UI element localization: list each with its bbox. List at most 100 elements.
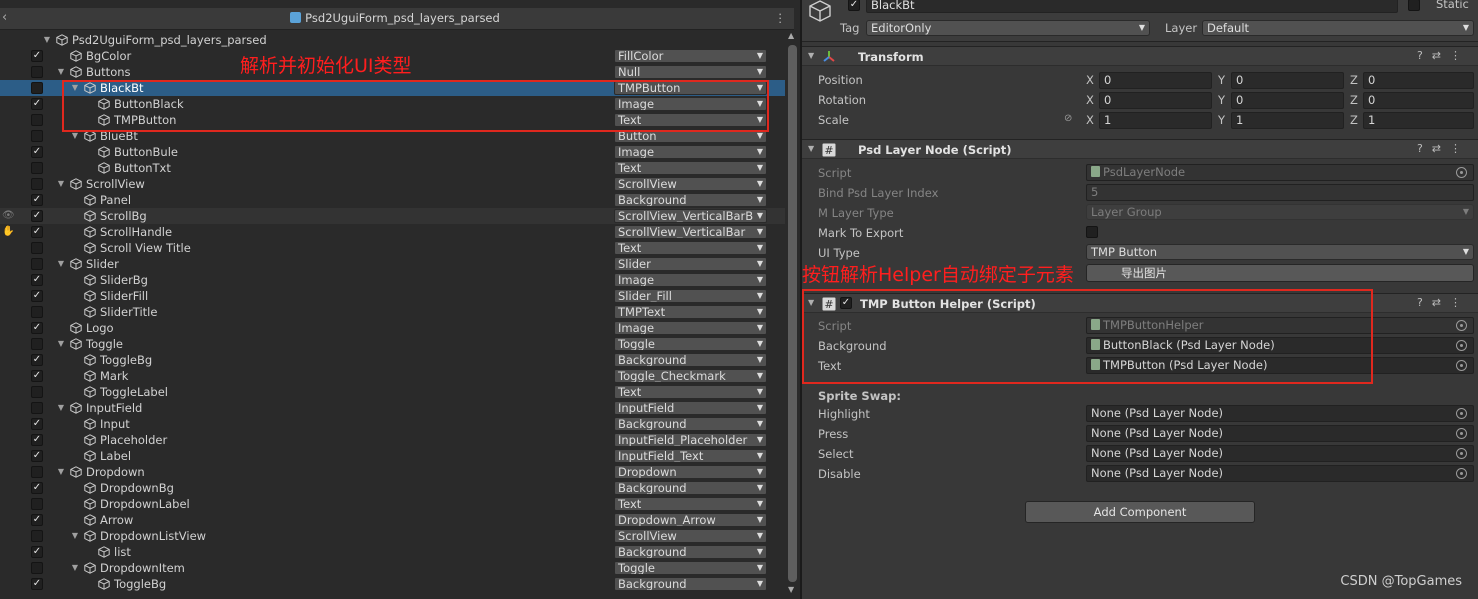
layer-row-list[interactable]: ✓ list Background ▼ <box>0 544 785 560</box>
export-checkbox[interactable] <box>31 82 43 94</box>
ui-type-dropdown[interactable]: Toggle ▼ <box>614 337 767 351</box>
layer-row-dropdownlabel[interactable]: DropdownLabel Text ▼ <box>0 496 785 512</box>
layer-row-togglelabel[interactable]: ToggleLabel Text ▼ <box>0 384 785 400</box>
expand-arrow-icon[interactable]: ▼ <box>70 560 80 576</box>
expand-arrow-icon[interactable]: ▼ <box>56 400 66 416</box>
link-scale-icon[interactable]: ⊘ <box>1064 113 1072 124</box>
y-field[interactable]: 0 <box>1231 72 1344 89</box>
layer-row-scrollview[interactable]: ▼ ScrollView ScrollView ▼ <box>0 176 785 192</box>
root-row[interactable]: ▼ Psd2UguiForm_psd_layers_parsed <box>0 32 785 48</box>
export-checkbox[interactable]: ✓ <box>31 370 43 382</box>
tmp-button-helper-header[interactable]: ▼ # ✓ TMP Button Helper (Script) ?⇄⋮ <box>802 293 1478 313</box>
layer-row-label[interactable]: ✓ Label InputField_Text ▼ <box>0 448 785 464</box>
export-checkbox[interactable] <box>31 338 43 350</box>
component-enabled-checkbox[interactable]: ✓ <box>840 297 852 309</box>
export-checkbox[interactable]: ✓ <box>31 354 43 366</box>
ui-type-dropdown[interactable]: Background ▼ <box>614 193 767 207</box>
static-checkbox[interactable] <box>1408 0 1420 11</box>
swap-field[interactable]: None (Psd Layer Node) <box>1086 445 1474 462</box>
layer-dropdown[interactable]: Default ▼ <box>1202 20 1474 36</box>
ui-type-dropdown[interactable]: ScrollView_VerticalBarB ▼ <box>614 209 767 223</box>
ui-type-dropdown[interactable]: Text ▼ <box>614 385 767 399</box>
z-field[interactable]: 0 <box>1363 92 1474 109</box>
layer-row-togglebg[interactable]: ✓ ToggleBg Background ▼ <box>0 576 785 592</box>
ui-type-dropdown[interactable]: Text ▼ <box>614 497 767 511</box>
text-field[interactable]: TMPButton (Psd Layer Node) <box>1086 357 1474 374</box>
layer-row-dropdownlistview[interactable]: ▼ DropdownListView ScrollView ▼ <box>0 528 785 544</box>
y-field[interactable]: 1 <box>1231 112 1344 129</box>
layer-row-slidertitle[interactable]: SliderTitle TMPText ▼ <box>0 304 785 320</box>
layer-row-togglebg[interactable]: ✓ ToggleBg Background ▼ <box>0 352 785 368</box>
x-field[interactable]: 1 <box>1099 112 1212 129</box>
layer-row-logo[interactable]: ✓ Logo Image ▼ <box>0 320 785 336</box>
ui-type-dropdown[interactable]: Toggle ▼ <box>614 561 767 575</box>
export-checkbox[interactable] <box>31 162 43 174</box>
object-name-field[interactable]: BlackBt <box>866 0 1398 13</box>
export-checkbox[interactable] <box>31 402 43 414</box>
object-picker-icon[interactable] <box>1456 448 1467 459</box>
export-checkbox[interactable]: ✓ <box>31 146 43 158</box>
layer-row-mark[interactable]: ✓ Mark Toggle_Checkmark ▼ <box>0 368 785 384</box>
vertical-scrollbar[interactable]: ▲ ▼ <box>786 31 799 594</box>
export-checkbox[interactable]: ✓ <box>31 194 43 206</box>
export-checkbox[interactable] <box>31 562 43 574</box>
export-checkbox[interactable] <box>31 386 43 398</box>
ui-type-dropdown[interactable]: Slider_Fill ▼ <box>614 289 767 303</box>
ui-type-dropdown[interactable]: ScrollView ▼ <box>614 529 767 543</box>
export-checkbox[interactable] <box>31 178 43 190</box>
layer-row-scrollhandle[interactable]: ✓ ScrollHandle ScrollView_VerticalBar ▼ <box>0 224 785 240</box>
layer-row-sliderfill[interactable]: ✓ SliderFill Slider_Fill ▼ <box>0 288 785 304</box>
export-checkbox[interactable]: ✓ <box>31 418 43 430</box>
object-picker-icon[interactable] <box>1456 468 1467 479</box>
layer-row-buttontxt[interactable]: ButtonTxt Text ▼ <box>0 160 785 176</box>
z-field[interactable]: 0 <box>1363 72 1474 89</box>
layer-row-dropdownitem[interactable]: ▼ DropdownItem Toggle ▼ <box>0 560 785 576</box>
ui-type-dropdown[interactable]: Text ▼ <box>614 161 767 175</box>
ui-type-dropdown[interactable]: Toggle_Checkmark ▼ <box>614 369 767 383</box>
expand-arrow-icon[interactable]: ▼ <box>56 464 66 480</box>
export-checkbox[interactable]: ✓ <box>31 290 43 302</box>
export-checkbox[interactable]: ✓ <box>31 514 43 526</box>
layer-row-dropdown[interactable]: ▼ Dropdown Dropdown ▼ <box>0 464 785 480</box>
expand-arrow-icon[interactable]: ▼ <box>56 64 66 80</box>
expand-arrow-icon[interactable]: ▼ <box>56 336 66 352</box>
ui-type-dropdown[interactable]: Slider ▼ <box>614 257 767 271</box>
expand-arrow-icon[interactable]: ▼ <box>70 528 80 544</box>
layer-row-slider[interactable]: ▼ Slider Slider ▼ <box>0 256 785 272</box>
ui-type-dropdown[interactable]: Text ▼ <box>614 241 767 255</box>
component-tools[interactable]: ?⇄⋮ <box>1417 142 1470 155</box>
transform-component-header[interactable]: ▼ Transform ?⇄⋮ <box>802 46 1478 66</box>
ui-type-dropdown[interactable]: Image ▼ <box>614 321 767 335</box>
ui-type-dropdown[interactable]: Image ▼ <box>614 273 767 287</box>
swap-field[interactable]: None (Psd Layer Node) <box>1086 405 1474 422</box>
ui-type-dropdown[interactable]: TMPText ▼ <box>614 305 767 319</box>
fold-arrow-icon[interactable]: ▼ <box>808 144 814 153</box>
tag-dropdown[interactable]: EditorOnly ▼ <box>866 20 1150 36</box>
fold-arrow-icon[interactable]: ▼ <box>808 298 814 307</box>
export-checkbox[interactable]: ✓ <box>31 274 43 286</box>
ui-type-dropdown[interactable]: Text ▼ <box>614 113 767 127</box>
expand-arrow-icon[interactable]: ▼ <box>70 80 80 96</box>
export-checkbox[interactable]: ✓ <box>31 434 43 446</box>
layer-row-tmpbutton[interactable]: TMPButton Text ▼ <box>0 112 785 128</box>
ui-type-dropdown[interactable]: Image ▼ <box>614 97 767 111</box>
export-checkbox[interactable]: ✓ <box>31 450 43 462</box>
export-checkbox[interactable]: ✓ <box>31 226 43 238</box>
export-checkbox[interactable] <box>31 114 43 126</box>
ui-type-dropdown[interactable]: InputField ▼ <box>614 401 767 415</box>
layer-row-dropdownbg[interactable]: ✓ DropdownBg Background ▼ <box>0 480 785 496</box>
layer-row-scroll-view-title[interactable]: Scroll View Title Text ▼ <box>0 240 785 256</box>
scroll-down-icon[interactable]: ▼ <box>788 585 794 594</box>
ui-type-dropdown[interactable]: InputField_Text ▼ <box>614 449 767 463</box>
layer-row-blackbt[interactable]: ▼ BlackBt TMPButton ▼ <box>0 80 785 96</box>
expand-arrow-icon[interactable]: ▼ <box>42 32 52 48</box>
psd-layer-node-header[interactable]: ▼ # Psd Layer Node (Script) ?⇄⋮ <box>802 139 1478 159</box>
ui-type-dropdown[interactable]: Null ▼ <box>614 65 767 79</box>
export-checkbox[interactable]: ✓ <box>31 578 43 590</box>
ui-type-dropdown[interactable]: Background ▼ <box>614 481 767 495</box>
export-checkbox[interactable]: ✓ <box>31 98 43 110</box>
layer-row-buttonbule[interactable]: ✓ ButtonBule Image ▼ <box>0 144 785 160</box>
x-field[interactable]: 0 <box>1099 92 1212 109</box>
export-checkbox[interactable] <box>31 130 43 142</box>
component-tools[interactable]: ?⇄⋮ <box>1417 49 1470 62</box>
